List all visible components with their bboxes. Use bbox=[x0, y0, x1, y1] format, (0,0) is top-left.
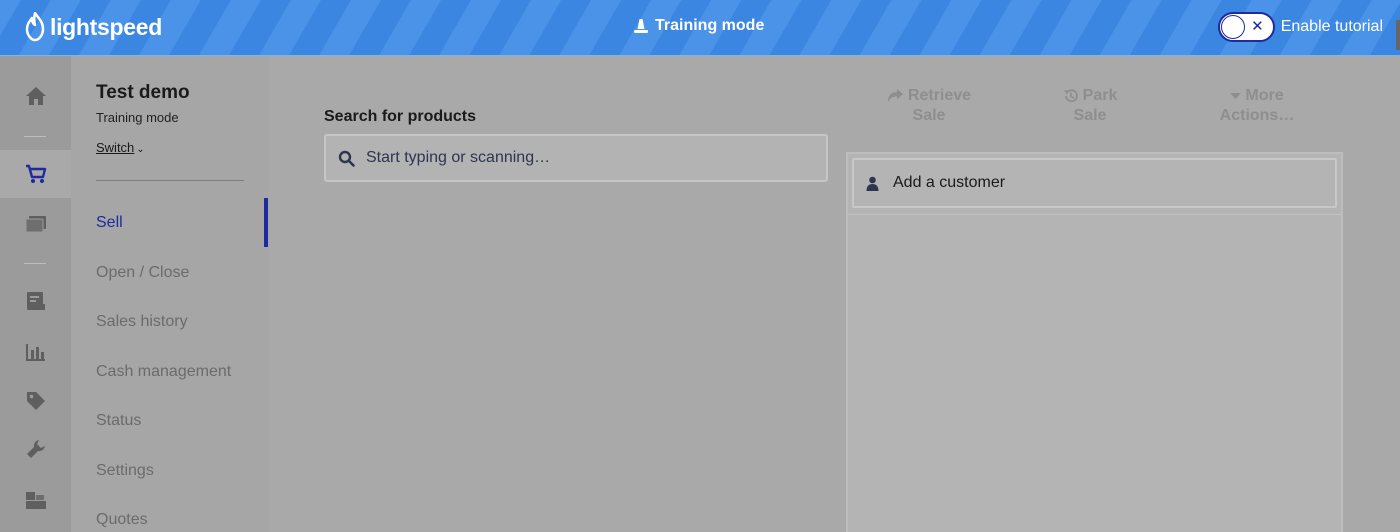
rail-item-sell[interactable] bbox=[0, 150, 71, 198]
tag-icon bbox=[26, 392, 45, 410]
receipt-icon bbox=[26, 292, 45, 310]
tutorial-toggle[interactable]: ✕ bbox=[1217, 12, 1275, 42]
icon-rail bbox=[0, 56, 71, 532]
caret-down-icon bbox=[1230, 93, 1242, 99]
rail-item-setup[interactable] bbox=[0, 425, 71, 473]
wrench-icon bbox=[26, 440, 45, 458]
subnav-item-sell[interactable]: Sell bbox=[96, 214, 123, 232]
window-scroll-edge bbox=[1396, 20, 1400, 50]
subnav-item-cash-management[interactable]: Cash management bbox=[96, 363, 231, 381]
more-label-line2: Actions… bbox=[1219, 107, 1295, 124]
subnav-item-settings[interactable]: Settings bbox=[96, 462, 154, 480]
product-search[interactable] bbox=[324, 134, 828, 182]
sell-subnav: Test demo Training mode Switch ⌄ Sell Ope… bbox=[71, 56, 269, 532]
switch-label: Switch bbox=[96, 140, 135, 155]
top-bar: lightspeed Training mode ✕ Enable tutori… bbox=[0, 0, 1400, 56]
park-label: Park bbox=[1082, 87, 1118, 104]
boxes-icon bbox=[25, 492, 46, 509]
search-icon bbox=[338, 150, 355, 167]
rail-item-analytics[interactable] bbox=[0, 328, 71, 376]
retrieve-label-line2: Sale bbox=[912, 107, 946, 124]
close-icon: ✕ bbox=[1251, 18, 1264, 35]
chevron-down-icon: ⌄ bbox=[136, 144, 145, 155]
rail-divider bbox=[24, 136, 46, 137]
active-indicator bbox=[264, 198, 268, 247]
retrieve-sale-button[interactable]: Retrieve Sale bbox=[884, 86, 974, 126]
cart-panel: Add a customer bbox=[846, 152, 1343, 532]
add-customer-label: Add a customer bbox=[893, 174, 1006, 191]
share-arrow-icon bbox=[887, 89, 903, 102]
add-customer-button[interactable]: Add a customer bbox=[852, 158, 1337, 208]
search-input[interactable] bbox=[366, 149, 806, 167]
subnav-item-sales-history[interactable]: Sales history bbox=[96, 313, 188, 331]
rail-divider bbox=[24, 263, 46, 264]
bar-chart-icon bbox=[25, 344, 45, 361]
rail-item-inventory[interactable] bbox=[0, 476, 71, 524]
tutorial-label: Enable tutorial bbox=[1280, 18, 1383, 35]
rail-item-home[interactable] bbox=[0, 72, 71, 120]
subnav-divider bbox=[96, 180, 244, 181]
rail-item-catalog[interactable] bbox=[0, 377, 71, 425]
training-mode-indicator: Training mode bbox=[633, 17, 764, 35]
cart-divider bbox=[848, 214, 1341, 215]
store-mode: Training mode bbox=[96, 110, 179, 125]
lightspeed-logo[interactable]: lightspeed bbox=[24, 12, 162, 42]
home-icon bbox=[25, 87, 46, 105]
store-name: Test demo bbox=[96, 82, 190, 103]
user-icon bbox=[866, 176, 879, 191]
cart-icon bbox=[25, 164, 46, 183]
more-actions-button[interactable]: More Actions… bbox=[1212, 86, 1302, 126]
register-icon bbox=[25, 216, 46, 233]
toggle-knob bbox=[1220, 15, 1245, 39]
subnav-item-quotes[interactable]: Quotes bbox=[96, 511, 148, 529]
traffic-cone-icon bbox=[634, 19, 648, 33]
switch-register-link[interactable]: Switch ⌄ bbox=[96, 140, 145, 155]
park-sale-button[interactable]: Park Sale bbox=[1050, 86, 1130, 126]
subnav-item-open-close[interactable]: Open / Close bbox=[96, 264, 189, 282]
rail-item-sales[interactable] bbox=[0, 200, 71, 248]
search-label: Search for products bbox=[324, 108, 477, 125]
logo-text: lightspeed bbox=[50, 13, 163, 40]
park-label-line2: Sale bbox=[1073, 107, 1107, 124]
more-label: More bbox=[1245, 87, 1284, 104]
history-icon bbox=[1063, 89, 1078, 103]
retrieve-label: Retrieve bbox=[907, 87, 972, 104]
tutorial-control: ✕ Enable tutorial bbox=[1217, 12, 1383, 42]
subnav-item-status[interactable]: Status bbox=[96, 412, 141, 430]
rail-item-reports[interactable] bbox=[0, 277, 71, 325]
flame-logo-icon bbox=[25, 12, 45, 42]
training-mode-label: Training mode bbox=[655, 17, 765, 34]
